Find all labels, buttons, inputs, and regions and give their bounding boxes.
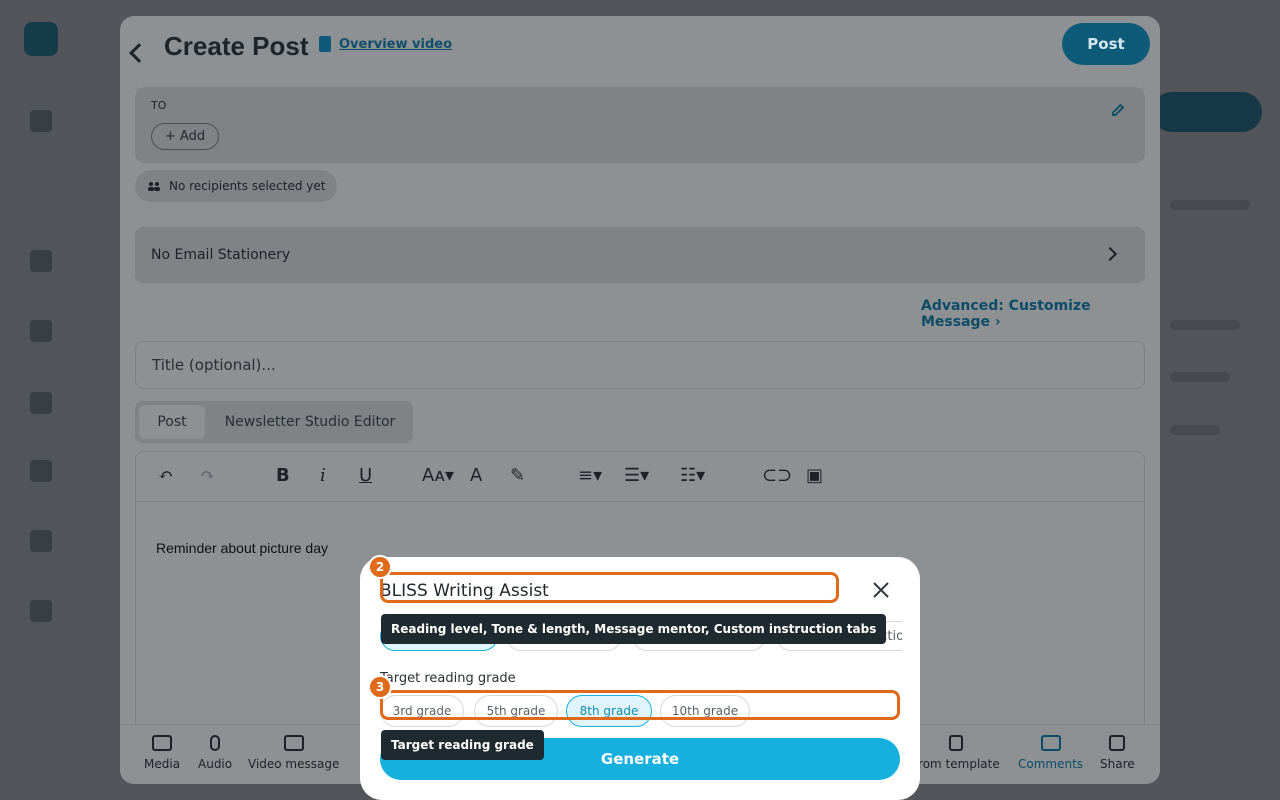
audio-button[interactable]: Audio	[198, 735, 232, 771]
highlighter-icon[interactable]: ✎	[510, 465, 525, 486]
undo-icon[interactable]: ↶	[158, 465, 173, 486]
tour-step-badge-2: 2	[368, 555, 392, 579]
stationery-label: No Email Stationery	[151, 247, 291, 263]
editor-body-text[interactable]: Reminder about picture day	[156, 540, 328, 556]
document-icon	[948, 735, 963, 751]
no-recipients-text: No recipients selected yet	[169, 179, 326, 193]
media-button[interactable]: Media	[144, 735, 180, 771]
share-icon	[1109, 735, 1126, 751]
page-title: Create Post	[164, 31, 309, 61]
comments-button[interactable]: Comments	[1018, 735, 1083, 771]
media-label: Media	[144, 757, 181, 771]
redo-icon[interactable]: ↷	[200, 465, 215, 486]
share-label: Share	[1100, 757, 1135, 771]
align-icon[interactable]: ≡▾	[578, 465, 602, 486]
title-input[interactable]	[135, 341, 1145, 389]
camera-icon	[152, 735, 173, 751]
post-button[interactable]: Post	[1062, 23, 1150, 65]
to-label: TO	[151, 99, 167, 112]
people-icon	[148, 182, 160, 191]
audio-label: Audio	[198, 757, 233, 771]
tour-step-badge-3: 3	[368, 675, 392, 699]
video-message-button[interactable]: Video message	[248, 735, 339, 771]
editor-tabs: Post Newsletter Studio Editor	[135, 401, 413, 443]
share-button[interactable]: Share	[1100, 735, 1135, 771]
tab-newsletter-studio-editor[interactable]: Newsletter Studio Editor	[215, 405, 405, 439]
recipients-box: TO + Add	[135, 87, 1145, 163]
comments-label: Comments	[1018, 757, 1084, 771]
pencil-icon[interactable]	[1111, 103, 1125, 117]
italic-icon[interactable]: i	[320, 465, 326, 486]
back-arrow-icon[interactable]	[129, 43, 149, 63]
numbered-list-icon[interactable]: ☰▾	[624, 465, 649, 486]
close-icon[interactable]	[871, 580, 891, 600]
overview-video-link[interactable]: Overview video	[339, 37, 452, 52]
from-template-label: From template	[912, 757, 1000, 771]
from-template-button[interactable]: From template	[912, 735, 1000, 771]
tour-tooltip-2: Reading level, Tone & length, Message me…	[381, 614, 887, 644]
link-icon[interactable]: ⊂⊃	[762, 465, 792, 486]
tour-highlight-title	[380, 572, 839, 603]
editor-toolbar: ↶ ↷ B i U Aᴀ▾ A ✎ ≡▾ ☰▾ ☷▾ ⊂⊃ ▣	[136, 452, 1144, 502]
tour-tooltip-3: Target reading grade	[381, 730, 544, 760]
email-stationery-row[interactable]: No Email Stationery	[135, 227, 1145, 283]
add-recipient-button[interactable]: + Add	[151, 123, 219, 150]
video-camera-icon	[283, 735, 304, 751]
image-icon[interactable]: ▣	[806, 465, 823, 486]
no-recipients-chip: No recipients selected yet	[135, 170, 337, 202]
advanced-customize-label: Advanced: Customize Message	[921, 298, 1091, 330]
book-icon	[319, 36, 331, 52]
microphone-icon	[210, 735, 221, 751]
tour-highlight-grades	[380, 690, 900, 720]
bold-icon[interactable]: B	[276, 465, 290, 486]
grade-label: Target reading grade	[380, 671, 516, 686]
underline-icon[interactable]: U	[359, 465, 372, 486]
font-size-icon[interactable]: Aᴀ▾	[422, 465, 454, 486]
chevron-right-icon	[1102, 246, 1118, 262]
video-message-label: Video message	[248, 757, 340, 771]
tab-post[interactable]: Post	[139, 405, 205, 439]
bullet-list-icon[interactable]: ☷▾	[680, 465, 705, 486]
text-color-icon[interactable]: A	[470, 465, 482, 486]
advanced-customize-link[interactable]: Advanced: Customize Message ›	[921, 298, 1160, 330]
comments-icon	[1040, 735, 1061, 751]
